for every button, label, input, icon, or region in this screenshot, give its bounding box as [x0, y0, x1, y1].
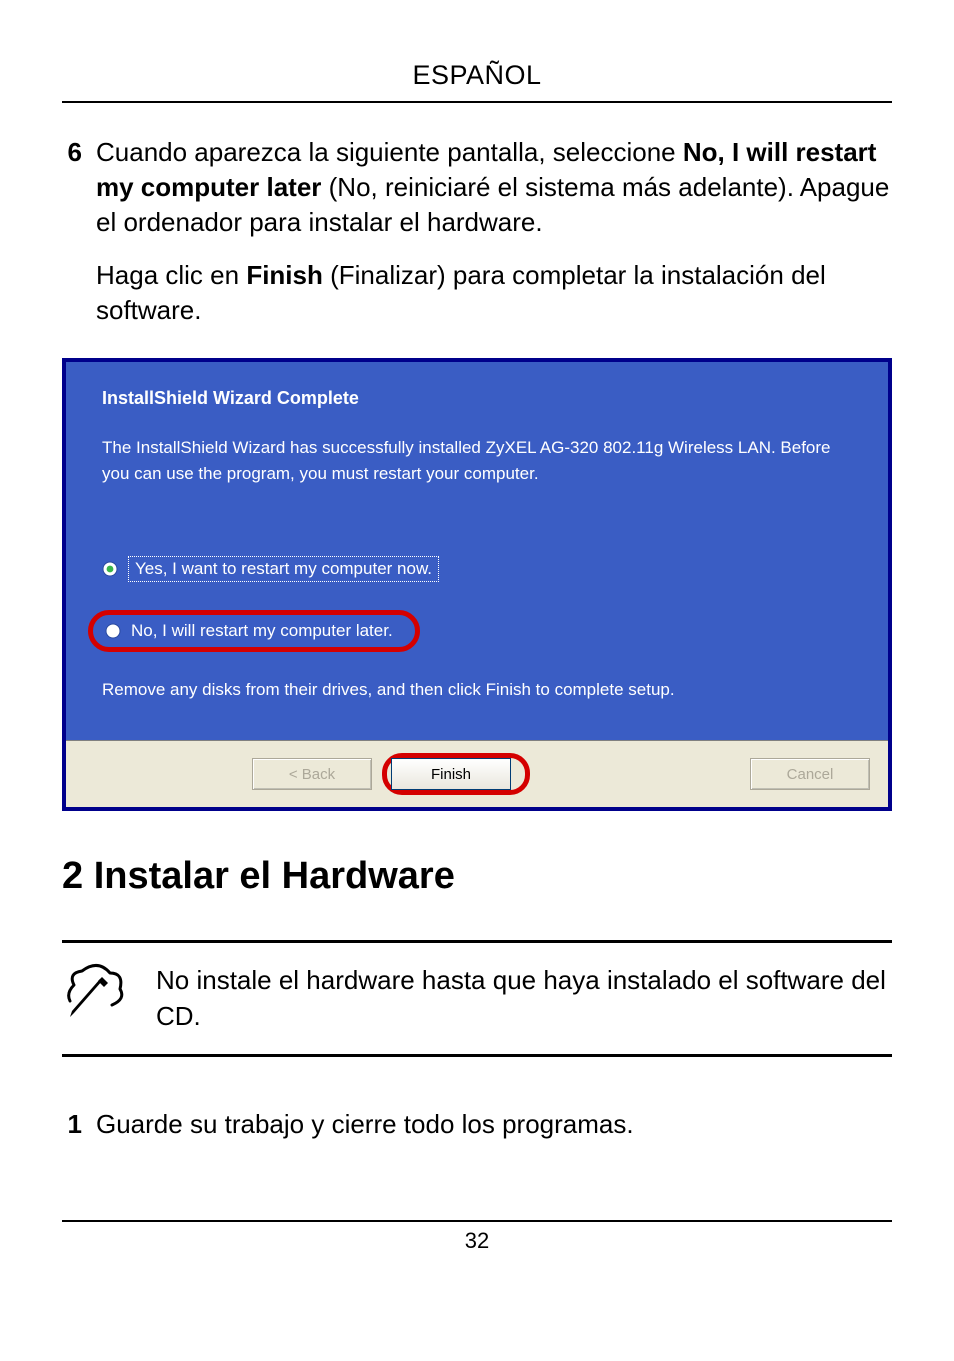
radio-restart-now-label: Yes, I want to restart my computer now.	[128, 556, 439, 582]
step-1-text: Guarde su trabajo y cierre todo los prog…	[96, 1107, 892, 1142]
step-6: 6 Cuando aparezca la siguiente pantalla,…	[62, 135, 892, 346]
step6-p1-prefix: Cuando aparezca la siguiente pantalla, s…	[96, 137, 683, 167]
wizard-remove-disks: Remove any disks from their drives, and …	[102, 680, 858, 700]
back-button-label: < Back	[289, 766, 335, 783]
step6-p2-prefix: Haga clic en	[96, 260, 246, 290]
step-1-number: 1	[62, 1107, 82, 1160]
step-6-number: 6	[62, 135, 82, 346]
note-text: No instale el hardware hasta que haya in…	[156, 963, 892, 1033]
section-2-heading: 2 Instalar el Hardware	[62, 855, 892, 898]
footer: 32	[62, 1220, 892, 1254]
radio-restart-later-row: No, I will restart my computer later.	[102, 610, 858, 652]
note-icon	[62, 963, 126, 1017]
finish-button-highlight: Finish	[382, 753, 530, 795]
page-header: ESPAÑOL	[62, 60, 892, 103]
radio-restart-now[interactable]: Yes, I want to restart my computer now.	[102, 556, 858, 582]
wizard-button-bar: < Back Finish Cancel	[66, 740, 888, 807]
radio-selected-icon	[102, 561, 118, 577]
header-title: ESPAÑOL	[412, 60, 541, 90]
radio-unselected-icon[interactable]	[105, 623, 121, 639]
page-number: 32	[465, 1228, 489, 1253]
installshield-screenshot: InstallShield Wizard Complete The Instal…	[62, 358, 892, 811]
step-1-body: Guarde su trabajo y cierre todo los prog…	[96, 1107, 892, 1160]
step6-p2-bold: Finish	[246, 260, 323, 290]
back-button: < Back	[252, 758, 372, 790]
cancel-button-label: Cancel	[787, 766, 834, 783]
note-block: No instale el hardware hasta que haya in…	[62, 940, 892, 1056]
wizard-title: InstallShield Wizard Complete	[102, 388, 858, 409]
finish-button[interactable]: Finish	[391, 758, 511, 790]
radio-restart-later-label[interactable]: No, I will restart my computer later.	[131, 621, 393, 641]
finish-button-label: Finish	[431, 766, 471, 783]
step-6-body: Cuando aparezca la siguiente pantalla, s…	[96, 135, 892, 346]
radio-restart-later-highlight: No, I will restart my computer later.	[88, 610, 420, 652]
step-1: 1 Guarde su trabajo y cierre todo los pr…	[62, 1107, 892, 1160]
wizard-description: The InstallShield Wizard has successfull…	[102, 435, 858, 486]
cancel-button: Cancel	[750, 758, 870, 790]
